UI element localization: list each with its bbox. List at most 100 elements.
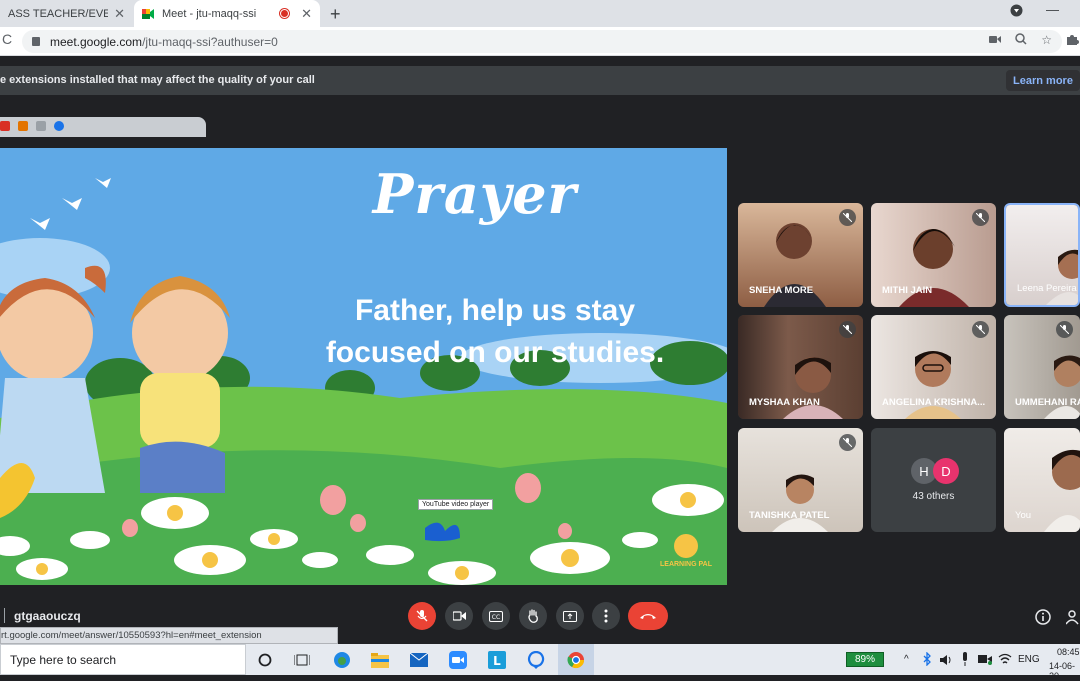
others-count-label: 43 others bbox=[912, 491, 955, 502]
clock-date[interactable]: 14-06-20 bbox=[1049, 661, 1080, 681]
raise-hand-button[interactable] bbox=[519, 602, 547, 630]
camera-privacy-icon[interactable] bbox=[978, 652, 992, 670]
search-placeholder: Type here to search bbox=[10, 653, 117, 667]
browser-tab-meet[interactable]: Meet - jtu-maqq-ssi ✕ bbox=[134, 0, 320, 27]
meeting-code: gtgaaouczq bbox=[14, 609, 81, 623]
meeting-info-icon[interactable] bbox=[1035, 609, 1051, 630]
raise-hand-icon bbox=[528, 609, 538, 623]
participant-tile-leena-pereira[interactable]: Leena Pereira bbox=[1004, 203, 1080, 307]
clock-time[interactable]: 08:45 bbox=[1057, 647, 1080, 657]
avatar: D bbox=[933, 458, 959, 484]
address-bar: C meet.google.com/jtu-maqq-ssi?authuser=… bbox=[0, 27, 1080, 56]
participant-tile-ummehani[interactable]: UMMEHANI RA bbox=[1004, 315, 1080, 419]
learning-pal-watermark: LEARNING PAL bbox=[660, 561, 712, 568]
cortana-icon[interactable] bbox=[254, 649, 276, 671]
captions-button[interactable]: CC bbox=[482, 602, 510, 630]
present-screen-button[interactable] bbox=[556, 602, 584, 630]
mic-off-icon bbox=[1056, 321, 1073, 338]
svg-text:L: L bbox=[493, 654, 501, 668]
banner-message: e extensions installed that may affect t… bbox=[0, 74, 315, 86]
participant-tile-angelina-krishna[interactable]: ANGELINA KRISHNA... bbox=[871, 315, 996, 419]
participant-name: MITHI JAIN bbox=[882, 285, 933, 296]
bluetooth-icon[interactable] bbox=[922, 651, 932, 671]
slide-text-line-1: Father, help us stay bbox=[354, 294, 636, 327]
participant-name: You bbox=[1015, 510, 1032, 521]
chevron-up-icon[interactable]: ^ bbox=[904, 654, 909, 665]
participant-video bbox=[772, 474, 828, 532]
language-indicator[interactable]: ENG bbox=[1018, 654, 1040, 665]
camera-icon[interactable] bbox=[989, 33, 1002, 48]
zoom-icon[interactable] bbox=[1015, 33, 1027, 48]
volume-icon[interactable] bbox=[940, 653, 954, 671]
participant-name: MYSHAA KHAN bbox=[749, 397, 820, 408]
reload-icon[interactable]: C bbox=[2, 31, 12, 47]
tab-label: ASS TEACHER/EVENTS bbox=[8, 7, 109, 20]
close-presentation-icon[interactable] bbox=[0, 121, 10, 131]
lock-icon bbox=[32, 37, 40, 46]
camera-button[interactable] bbox=[445, 602, 473, 630]
svg-text:CC: CC bbox=[492, 614, 500, 621]
participant-tile-mithi-jain[interactable]: MITHI JAIN bbox=[871, 203, 996, 307]
file-explorer-icon[interactable] bbox=[369, 649, 391, 671]
end-call-button[interactable] bbox=[628, 602, 668, 630]
captions-icon: CC bbox=[489, 610, 503, 622]
participant-video bbox=[1044, 449, 1080, 532]
wifi-icon[interactable] bbox=[998, 652, 1012, 670]
extension-warning-banner: e extensions installed that may affect t… bbox=[0, 66, 1080, 95]
mic-off-button[interactable] bbox=[408, 602, 436, 630]
address-bar-icons: ☆ bbox=[989, 33, 1052, 48]
divider bbox=[4, 608, 5, 623]
mic-off-icon bbox=[416, 610, 428, 622]
mic-off-icon bbox=[972, 209, 989, 226]
edit-icon[interactable] bbox=[36, 121, 46, 131]
chrome-taskbar-icon[interactable] bbox=[558, 644, 594, 675]
people-icon[interactable] bbox=[1065, 609, 1080, 630]
windows-taskbar: Type here to search L 89% ^ ENG 08:45 14… bbox=[0, 644, 1080, 681]
mic-off-icon bbox=[839, 209, 856, 226]
participant-tile-you[interactable]: You bbox=[1004, 428, 1080, 532]
mic-off-icon bbox=[839, 321, 856, 338]
extensions-puzzle-icon[interactable] bbox=[1066, 33, 1079, 51]
tab-search-icon[interactable] bbox=[1010, 4, 1023, 20]
slide-title: Prayer bbox=[372, 162, 577, 226]
zoom-app-icon[interactable] bbox=[447, 649, 469, 671]
tab-label: Meet - jtu-maqq-ssi bbox=[162, 7, 257, 20]
mail-icon[interactable] bbox=[408, 649, 430, 671]
microphone-icon[interactable] bbox=[961, 652, 969, 671]
recording-dot-icon bbox=[280, 9, 290, 18]
participant-name: ANGELINA KRISHNA... bbox=[882, 397, 986, 408]
browser-tab-class-teacher[interactable]: ASS TEACHER/EVENTS ✕ bbox=[0, 0, 133, 27]
participant-tile-myshaa-khan[interactable]: MYSHAA KHAN bbox=[738, 315, 863, 419]
presentation-toolbar bbox=[0, 117, 206, 137]
teams-chat-icon[interactable] bbox=[525, 649, 547, 671]
minimize-icon[interactable]: — bbox=[1046, 2, 1059, 17]
others-tile[interactable]: H D 43 others bbox=[871, 428, 996, 532]
battery-indicator[interactable]: 89% bbox=[846, 652, 884, 667]
learning-app-icon[interactable]: L bbox=[486, 649, 508, 671]
close-icon[interactable]: ✕ bbox=[114, 6, 125, 22]
taskbar-search-field[interactable]: Type here to search bbox=[0, 644, 246, 675]
close-icon[interactable]: ✕ bbox=[301, 6, 312, 22]
youtube-player-tooltip: YouTube video player bbox=[418, 499, 494, 510]
url-field[interactable]: meet.google.com/jtu-maqq-ssi?authuser=0 bbox=[22, 30, 1062, 53]
participant-tile-tanishka-patel[interactable]: TANISHKA PATEL bbox=[738, 428, 863, 532]
url-path: /jtu-maqq-ssi?authuser=0 bbox=[142, 34, 278, 49]
document-icon[interactable] bbox=[18, 121, 28, 131]
new-tab-button[interactable]: + bbox=[330, 4, 341, 25]
browser-tab-bar: ASS TEACHER/EVENTS ✕ Meet - jtu-maqq-ssi… bbox=[0, 0, 1080, 27]
learn-more-button[interactable]: Learn more bbox=[1006, 70, 1080, 91]
more-vert-icon bbox=[604, 609, 608, 623]
participant-tile-sneha-more[interactable]: SNEHA MORE bbox=[738, 203, 863, 307]
meet-logo-icon bbox=[142, 8, 154, 19]
participant-name: UMMEHANI RA bbox=[1015, 397, 1080, 408]
task-view-icon[interactable] bbox=[291, 649, 313, 671]
present-screen-icon bbox=[563, 610, 577, 622]
camera-icon bbox=[452, 611, 466, 621]
participant-name: Leena Pereira bbox=[1017, 283, 1077, 294]
settings-icon[interactable] bbox=[54, 121, 64, 131]
bookmark-star-icon[interactable]: ☆ bbox=[1041, 33, 1052, 48]
participant-video bbox=[1046, 249, 1078, 305]
edge-icon[interactable] bbox=[331, 649, 353, 671]
mic-off-icon bbox=[972, 321, 989, 338]
more-options-button[interactable] bbox=[592, 602, 620, 630]
